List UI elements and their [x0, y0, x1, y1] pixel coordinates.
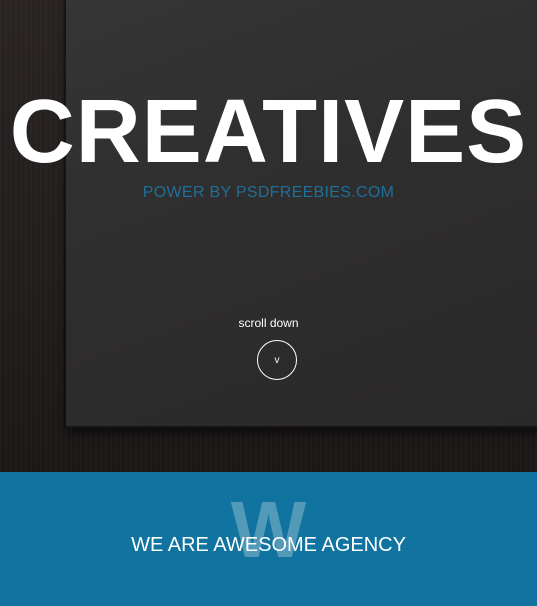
- hero-background-board: [66, 0, 537, 428]
- chevron-down-icon: v: [274, 354, 280, 366]
- hero-section: CREATIVES POWER BY PSDFREEBIES.COM scrol…: [0, 0, 537, 472]
- hero-subtitle: POWER BY PSDFREEBIES.COM: [142, 184, 395, 201]
- scroll-down-button[interactable]: v: [257, 340, 297, 380]
- scroll-down-label: scroll down: [238, 316, 299, 330]
- agency-section: W WE ARE AWESOME AGENCY: [0, 472, 537, 606]
- hero-title: CREATIVES: [9, 82, 528, 182]
- agency-heading: WE ARE AWESOME AGENCY: [131, 534, 406, 556]
- agency-watermark-letter: W: [230, 485, 307, 574]
